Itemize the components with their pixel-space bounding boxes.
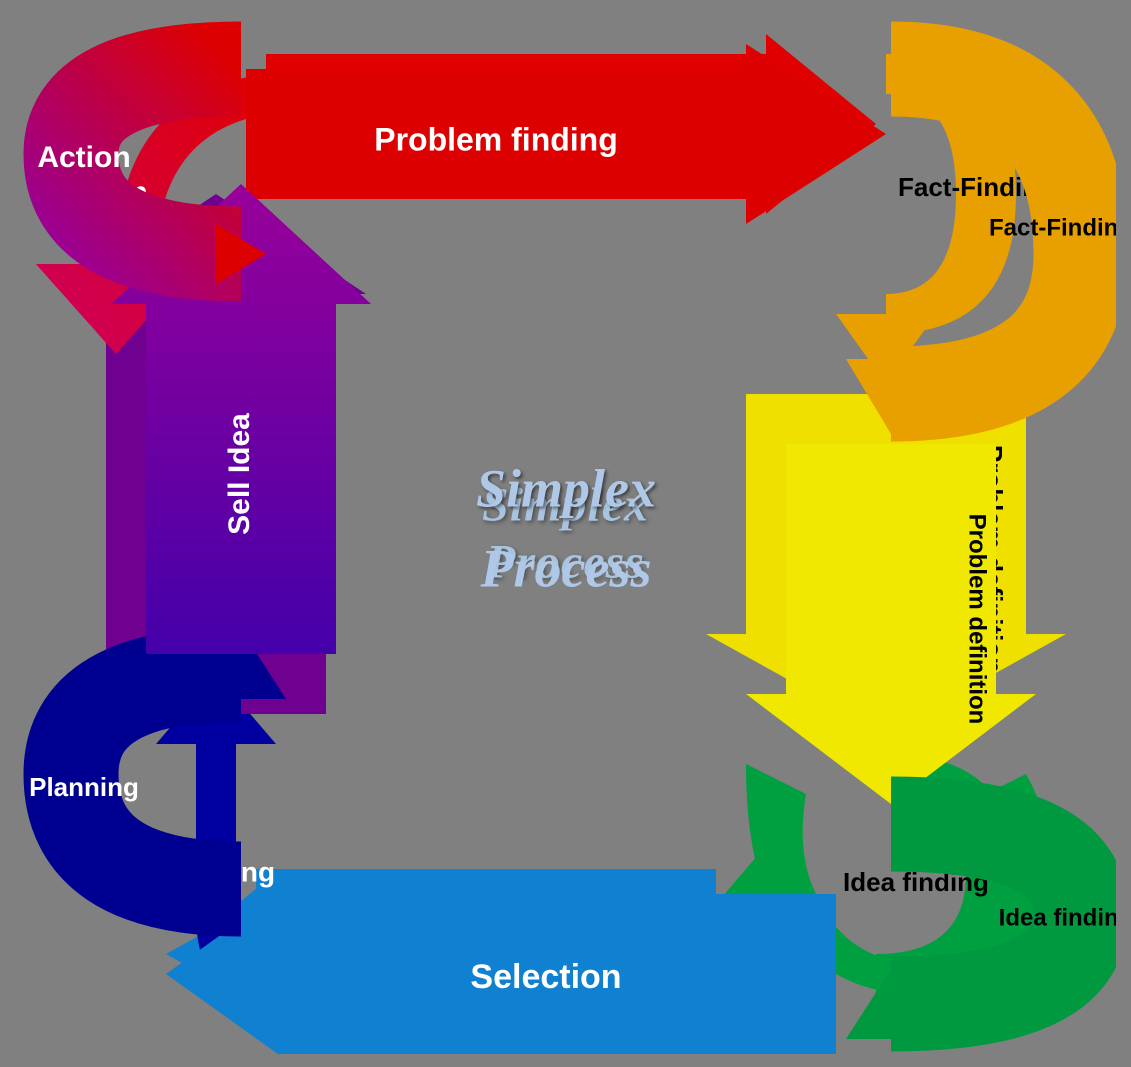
action-text: Action: [37, 140, 130, 173]
simplex-title-line2: Process: [479, 538, 651, 598]
sell-idea-text: Sell Idea: [222, 412, 255, 534]
problem-definition-text: Problem definition: [963, 513, 990, 724]
selection-text: Selection: [470, 957, 621, 995]
problem-definition-shape: [746, 444, 1036, 804]
planning-text: Planning: [29, 771, 139, 801]
simplex-diagram: Simplex Process Problem finding Fact-Fin…: [16, 14, 1116, 1054]
idea-finding-text: Idea finding: [998, 904, 1115, 931]
simplex-title-line1: Simplex: [475, 458, 655, 518]
fact-finding-text: Fact-Finding: [989, 214, 1116, 241]
problem-finding-text: Problem finding: [374, 121, 618, 157]
